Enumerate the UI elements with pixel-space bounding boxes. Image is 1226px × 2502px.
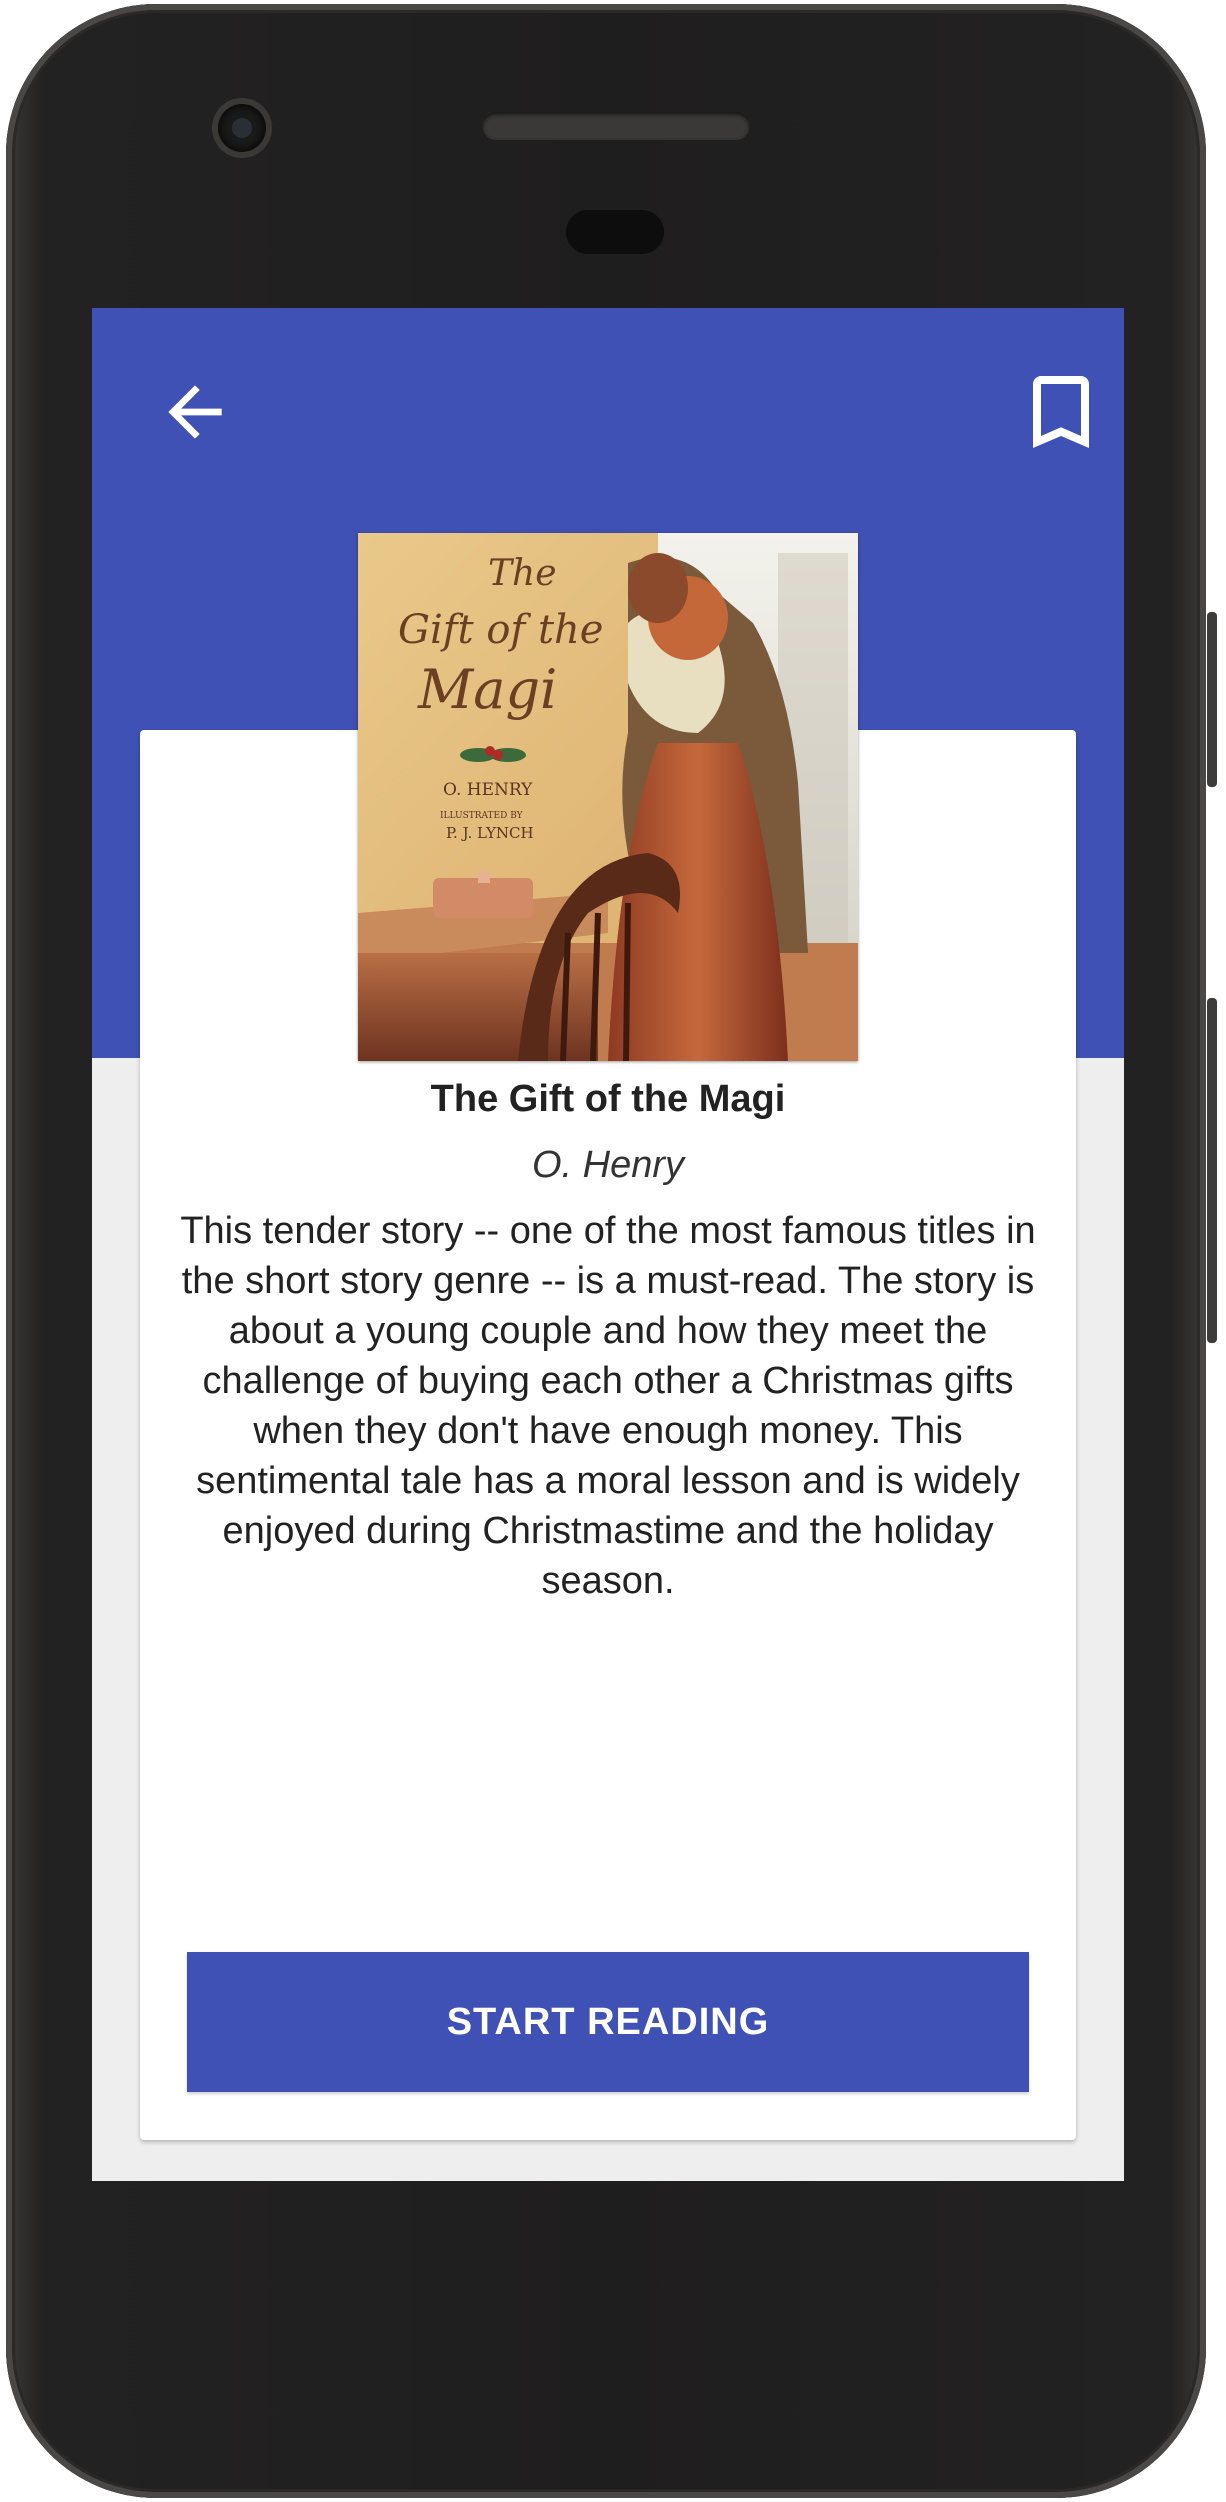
- bookmark-outline-icon: [1033, 376, 1089, 448]
- book-title: The Gift of the Magi: [430, 1078, 786, 1120]
- cover-title-line1: The: [488, 553, 557, 594]
- book-cover-image: The Gift of the Magi O. HENRY ILLUSTRATE…: [358, 533, 858, 1061]
- cover-author: O. HENRY: [443, 780, 533, 800]
- cover-title-line3: Magi: [417, 658, 557, 721]
- app-screen: The Gift of the Magi O. HENRY ILLUSTRATE…: [92, 308, 1124, 2181]
- cover-illustrator: P. J. LYNCH: [446, 824, 534, 842]
- cover-title-line2: Gift of the: [398, 607, 603, 653]
- book-author: O. Henry: [531, 1144, 685, 1186]
- book-description: This tender story -- one of the most fam…: [180, 1210, 1036, 1602]
- volume-button: [1207, 998, 1217, 1343]
- earpiece-speaker: [482, 112, 750, 140]
- back-button[interactable]: [140, 357, 250, 467]
- proximity-sensor: [566, 210, 664, 254]
- start-reading-button[interactable]: START READING: [187, 1952, 1029, 2092]
- cover-illustrated-by: ILLUSTRATED BY: [440, 811, 524, 821]
- front-camera: [218, 104, 266, 152]
- power-button: [1207, 612, 1217, 787]
- bookmark-button[interactable]: [1006, 357, 1116, 467]
- arrow-back-icon: [168, 385, 222, 439]
